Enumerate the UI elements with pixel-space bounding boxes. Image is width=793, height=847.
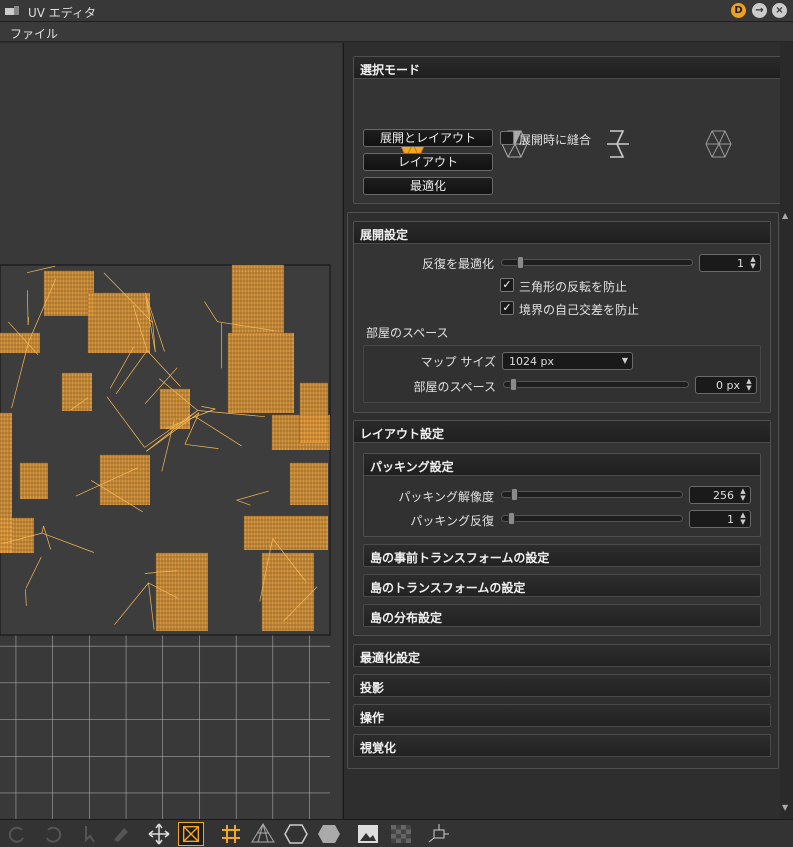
uv-viewport[interactable]	[0, 43, 342, 819]
room-space-group-label: 部屋のスペース	[366, 326, 449, 340]
packing-iterations-slider[interactable]	[501, 512, 683, 525]
fit-icon[interactable]	[178, 822, 204, 846]
packing-resolution-label: パッキング解像度	[398, 490, 494, 504]
operation-section[interactable]: 操作	[353, 704, 771, 727]
paint-icon[interactable]	[108, 822, 134, 846]
packing-resolution-spinbox[interactable]: 256 ▲ ▼	[689, 486, 751, 504]
scroll-up-icon[interactable]: ▲	[782, 211, 788, 220]
selection-mode-header[interactable]: 選択モード	[354, 57, 785, 79]
merge-on-unwrap-label: 展開時に縫合	[519, 133, 592, 147]
layout-settings-header[interactable]: レイアウト設定	[354, 421, 770, 443]
bottom-toolbar	[0, 819, 793, 847]
unwrap-settings-header[interactable]: 展開設定	[354, 222, 770, 244]
menu-file[interactable]: ファイル	[10, 25, 58, 42]
island-transform-section[interactable]: 島のトランスフォームの設定	[363, 574, 761, 597]
island-outline-icon[interactable]	[283, 822, 309, 846]
optimize-iterations-spinbox[interactable]: 1 ▲ ▼	[699, 254, 761, 272]
slider-knob[interactable]	[510, 378, 517, 391]
slider-knob[interactable]	[517, 256, 525, 269]
edge-mode-icon[interactable]	[601, 127, 635, 161]
room-space-spinbox[interactable]: 0 px ▲ ▼	[695, 376, 757, 394]
island-pre-transform-section[interactable]: 島の事前トランスフォームの設定	[363, 544, 761, 567]
rotate-left-icon[interactable]	[4, 822, 30, 846]
select-icon[interactable]	[78, 822, 104, 846]
layout-button[interactable]: レイアウト	[363, 153, 493, 171]
menu-bar: ファイル	[0, 22, 793, 42]
packing-resolution-value: 256	[713, 489, 734, 502]
room-space-label: 部屋のスペース	[413, 380, 496, 394]
uv-editor-app-icon	[5, 6, 19, 15]
scroll-down-icon[interactable]: ▼	[782, 803, 788, 812]
title-bar: UV エディタ D → ×	[0, 0, 793, 22]
map-size-dropdown[interactable]: 1024 px ▼	[502, 352, 633, 370]
grid-icon[interactable]	[218, 822, 244, 846]
close-button[interactable]: ×	[772, 3, 787, 18]
optimize-button[interactable]: 最適化	[363, 177, 493, 195]
optimize-iterations-label: 反復を最適化	[421, 257, 494, 271]
optimize-settings-section[interactable]: 最適化設定	[353, 644, 771, 667]
room-space-value: 0 px	[716, 379, 740, 392]
transform-icon[interactable]	[426, 822, 452, 846]
slider-knob[interactable]	[508, 512, 515, 525]
packing-iterations-spinbox[interactable]: 1 ▲ ▼	[689, 510, 751, 528]
packing-iterations-label: パッキング反復	[410, 514, 494, 528]
spin-arrows-icon[interactable]: ▲ ▼	[738, 488, 748, 502]
prevent-self-intersect-label: 境界の自己交差を防止	[519, 303, 640, 317]
map-size-value: 1024 px	[509, 355, 554, 368]
forward-button[interactable]: →	[752, 3, 767, 18]
optimize-iterations-slider[interactable]	[501, 256, 693, 269]
visualization-section[interactable]: 視覚化	[353, 734, 771, 757]
unwrap-layout-button[interactable]: 展開とレイアウト	[363, 129, 493, 147]
window-title: UV エディタ	[28, 6, 96, 20]
checker-icon[interactable]	[250, 822, 276, 846]
panel-scrollbar[interactable]: ▲ ▼	[780, 43, 793, 819]
prevent-flip-label: 三角形の反転を防止	[519, 280, 628, 294]
image-icon[interactable]	[355, 822, 381, 846]
packing-iterations-value: 1	[727, 513, 734, 526]
packing-settings-header[interactable]: パッキング設定	[364, 454, 760, 476]
merge-on-unwrap-checkbox[interactable]	[500, 131, 514, 145]
island-distribution-section[interactable]: 島の分布設定	[363, 604, 761, 627]
dropdown-arrow-icon[interactable]: ▼	[620, 357, 630, 365]
face-mode-icon[interactable]	[703, 127, 737, 161]
dock-button[interactable]: D	[731, 3, 746, 18]
rotate-right-icon[interactable]	[40, 822, 66, 846]
prevent-flip-checkbox[interactable]: ✓	[500, 278, 514, 292]
island-fill-icon[interactable]	[316, 822, 342, 846]
packing-resolution-slider[interactable]	[501, 488, 683, 501]
settings-panel: 選択モード 展開とレイアウト 展開時に縫合 レイアウト 最適化 展開設定 反復を…	[343, 43, 793, 819]
move-icon[interactable]	[146, 822, 172, 846]
spin-arrows-icon[interactable]: ▲ ▼	[748, 256, 758, 270]
uv-canvas[interactable]	[0, 43, 342, 819]
checkerboard-icon[interactable]	[388, 822, 414, 846]
room-space-slider[interactable]	[503, 378, 689, 391]
prevent-self-intersect-checkbox[interactable]: ✓	[500, 301, 514, 315]
projection-section[interactable]: 投影	[353, 674, 771, 697]
map-size-label: マップ サイズ	[420, 355, 496, 369]
spin-arrows-icon[interactable]: ▲ ▼	[738, 512, 748, 526]
spin-arrows-icon[interactable]: ▲ ▼	[744, 378, 754, 392]
slider-knob[interactable]	[511, 488, 519, 501]
optimize-iterations-value: 1	[737, 257, 744, 270]
